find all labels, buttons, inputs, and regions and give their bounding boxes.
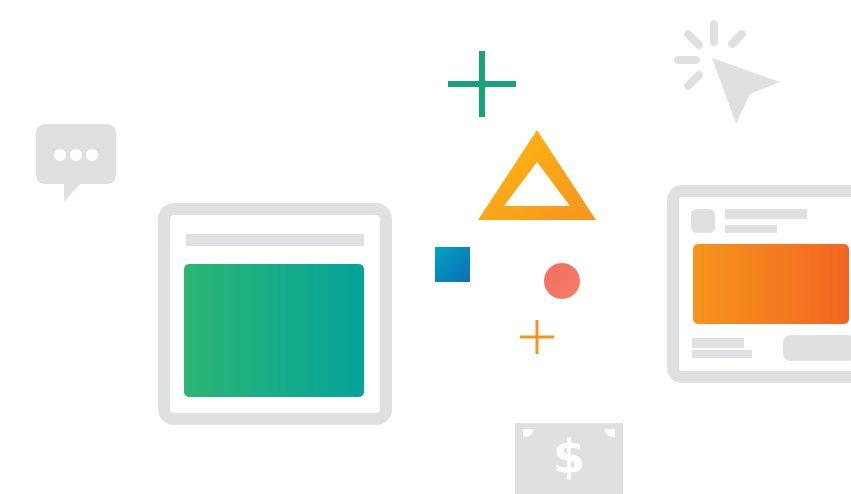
title-line-placeholder (725, 209, 807, 219)
square-icon (435, 247, 470, 282)
plus-icon-green (448, 51, 516, 117)
green-content-panel (184, 264, 364, 397)
dollar-bill-icon: $ (515, 423, 623, 494)
chat-bubble-icon (36, 124, 116, 202)
triangle-icon (478, 130, 596, 220)
text-line-placeholder (692, 338, 744, 348)
illustration-canvas: $ (0, 0, 851, 494)
button-placeholder (783, 335, 851, 361)
plus-icon-orange (520, 320, 554, 354)
avatar-placeholder (691, 209, 715, 233)
cursor-click-icon (674, 20, 780, 124)
circle-icon (544, 263, 580, 299)
browser-window-orange (667, 185, 851, 383)
orange-content-panel (691, 242, 851, 326)
dollar-sign-icon: $ (552, 430, 585, 484)
window-title-bar (186, 234, 364, 246)
subtitle-line-placeholder (725, 225, 777, 233)
text-line-placeholder (692, 350, 752, 358)
browser-window-green (158, 203, 392, 425)
